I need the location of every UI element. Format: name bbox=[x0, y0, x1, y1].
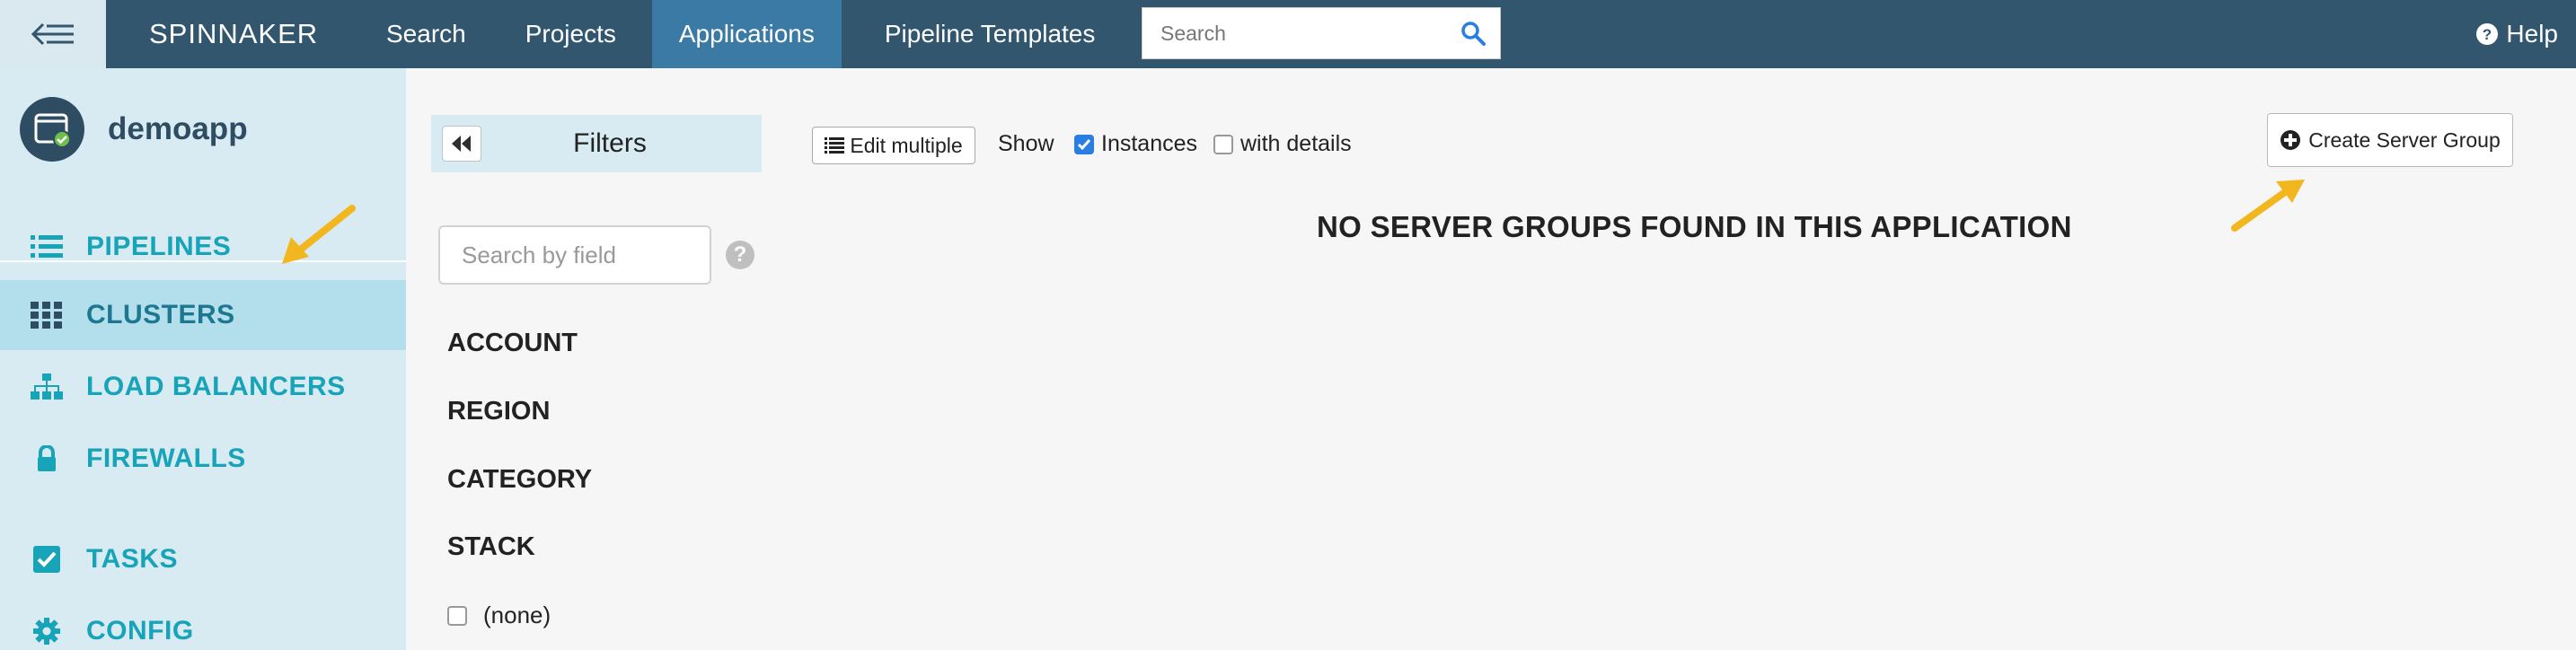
sidebar-item-label: CONFIG bbox=[86, 616, 194, 646]
sidebar-item-label: FIREWALLS bbox=[86, 444, 246, 473]
help-link[interactable]: ? Help bbox=[2475, 0, 2558, 68]
help-label: Help bbox=[2506, 20, 2558, 48]
filter-help-icon[interactable]: ? bbox=[726, 241, 754, 269]
stack-none-checkbox[interactable] bbox=[447, 605, 467, 626]
gear-icon bbox=[33, 618, 60, 645]
sidebar-item-label: PIPELINES bbox=[86, 232, 232, 261]
nav-pipeline-templates[interactable]: Pipeline Templates bbox=[861, 0, 1119, 68]
show-label: Show bbox=[998, 131, 1054, 156]
nav-projects[interactable]: Projects bbox=[502, 0, 640, 68]
create-server-group-button[interactable]: Create Server Group bbox=[2267, 113, 2513, 167]
svg-text:?: ? bbox=[2483, 26, 2492, 43]
sidebar-item-firewalls[interactable]: FIREWALLS bbox=[0, 424, 406, 494]
filters-header: Filters bbox=[431, 115, 762, 172]
search-icon[interactable] bbox=[1460, 21, 1486, 46]
double-chevron-left-icon bbox=[452, 136, 471, 152]
app-name: demoapp bbox=[108, 111, 248, 146]
sidebar-item-load-balancers[interactable]: LOAD BALANCERS bbox=[0, 352, 406, 422]
global-search-input[interactable] bbox=[1160, 21, 1448, 46]
sidebar-item-tasks[interactable]: TASKS bbox=[0, 524, 406, 594]
sidebar-item-label: LOAD BALANCERS bbox=[86, 372, 346, 401]
filter-heading-category[interactable]: CATEGORY bbox=[447, 465, 592, 495]
create-server-group-label: Create Server Group bbox=[2308, 127, 2501, 152]
list-icon bbox=[31, 235, 63, 258]
question-circle-icon: ? bbox=[2476, 23, 2499, 45]
plus-circle-icon bbox=[2280, 130, 2301, 150]
filter-heading-region[interactable]: REGION bbox=[447, 397, 550, 426]
edit-multiple-label: Edit multiple bbox=[850, 133, 963, 157]
instances-checkbox[interactable] bbox=[1074, 134, 1094, 154]
show-details-option[interactable]: with details bbox=[1213, 131, 1352, 157]
grid-icon bbox=[31, 302, 62, 329]
filter-heading-account[interactable]: ACCOUNT bbox=[447, 329, 578, 358]
collapse-filters-button[interactable] bbox=[442, 126, 481, 162]
back-arrow-icon bbox=[31, 22, 74, 46]
app-icon bbox=[20, 97, 84, 162]
brand-logo[interactable]: SPINNAKER bbox=[149, 18, 356, 50]
sidebar-item-config[interactable]: CONFIG bbox=[0, 596, 406, 650]
collapse-sidebar-button[interactable] bbox=[0, 0, 106, 68]
checkbox-icon bbox=[33, 546, 60, 573]
edit-multiple-button[interactable]: Edit multiple bbox=[812, 127, 975, 164]
sidebar-item-clusters[interactable]: CLUSTERS bbox=[0, 280, 406, 350]
sidebar-item-label: CLUSTERS bbox=[86, 300, 235, 329]
sidebar-item-label: TASKS bbox=[86, 544, 178, 574]
app-header[interactable]: demoapp bbox=[20, 97, 248, 162]
lock-icon bbox=[38, 445, 56, 471]
filter-search-input[interactable] bbox=[438, 225, 711, 285]
empty-state-message: NO SERVER GROUPS FOUND IN THIS APPLICATI… bbox=[1317, 210, 2072, 243]
sitemap-icon bbox=[31, 373, 63, 400]
annotation-arrow-icon bbox=[282, 205, 356, 264]
stack-option-label: (none) bbox=[483, 602, 551, 628]
details-label: with details bbox=[1240, 131, 1352, 156]
global-search bbox=[1142, 7, 1501, 59]
nav-applications[interactable]: Applications bbox=[651, 0, 842, 68]
check-icon bbox=[1077, 138, 1091, 150]
filter-heading-stack[interactable]: STACK bbox=[447, 532, 535, 562]
details-checkbox[interactable] bbox=[1213, 134, 1233, 154]
list-icon bbox=[825, 137, 845, 154]
annotation-arrow-icon bbox=[2231, 180, 2305, 232]
nav-search[interactable]: Search bbox=[363, 0, 490, 68]
stack-option-none[interactable]: (none) bbox=[447, 602, 551, 629]
show-instances-option[interactable]: Instances bbox=[1074, 131, 1197, 157]
app-sidebar: demoapp PIPELINES CLUSTERS LOAD BALANCER… bbox=[0, 68, 406, 650]
instances-label: Instances bbox=[1101, 131, 1198, 156]
